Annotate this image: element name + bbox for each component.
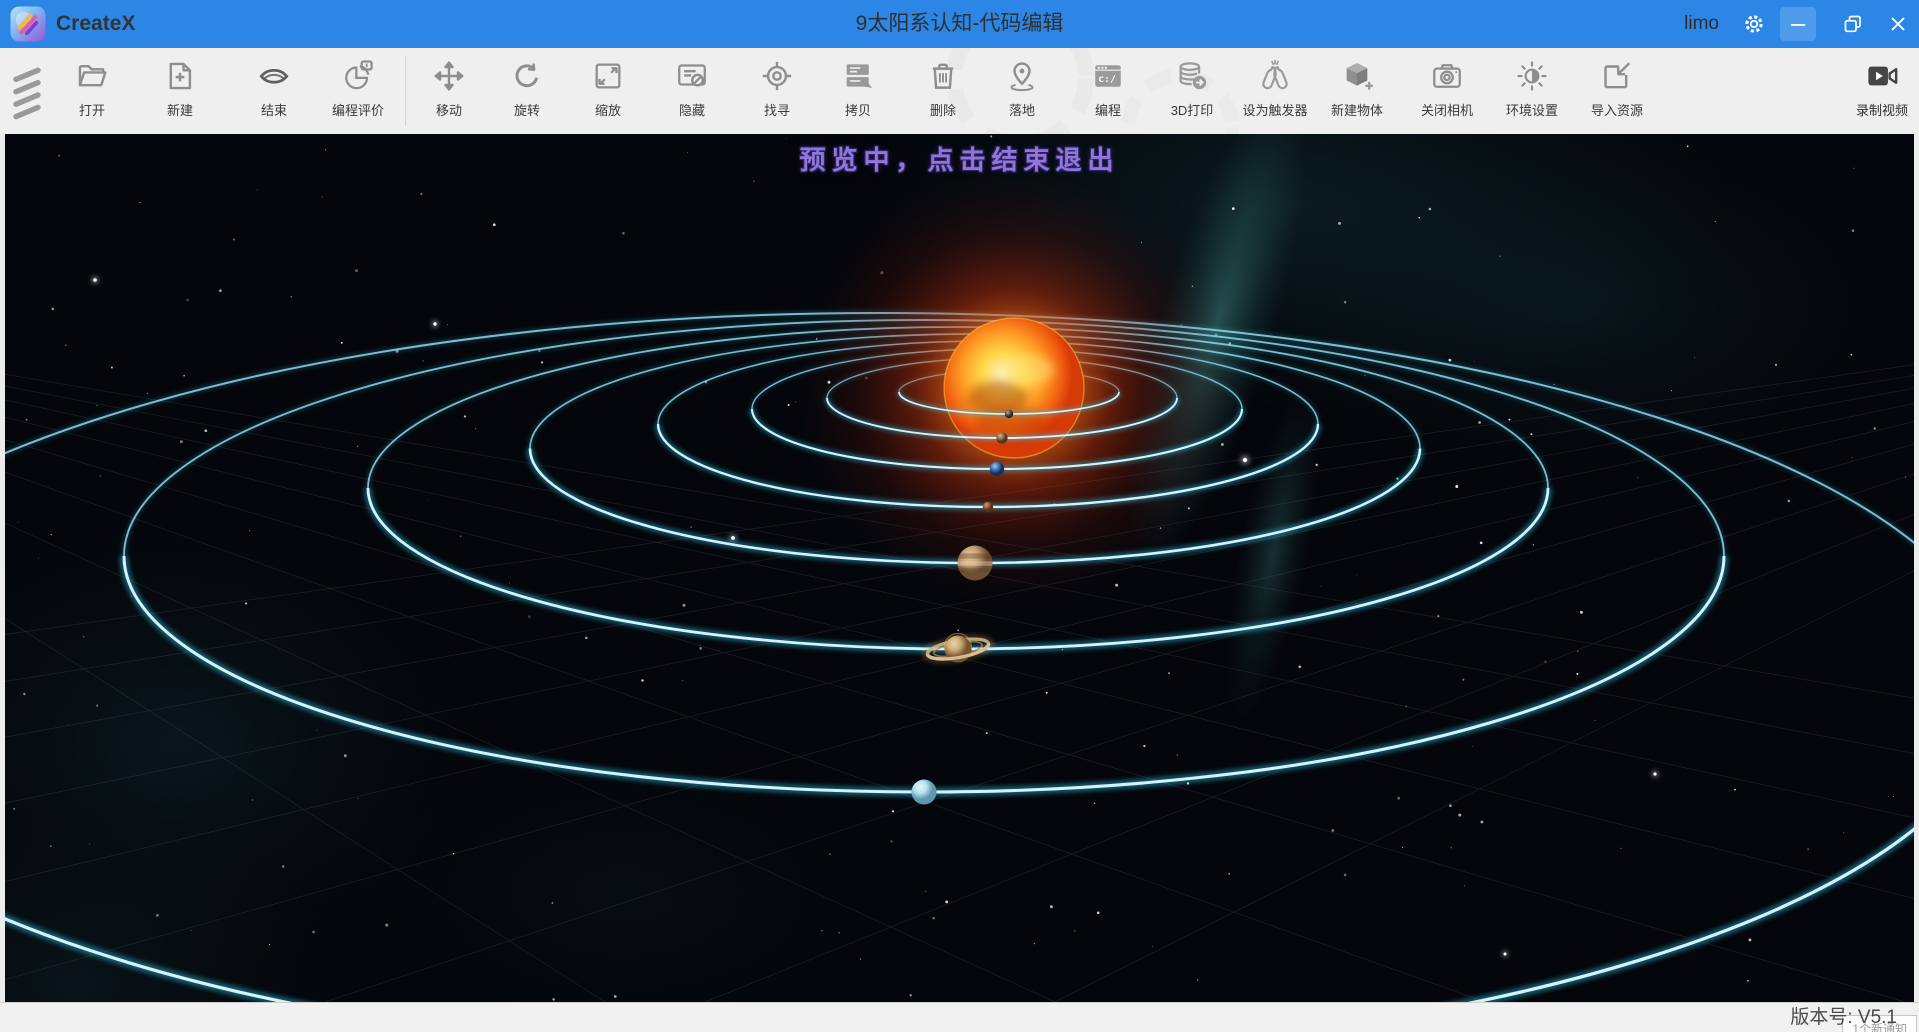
file-plus-icon xyxy=(150,54,210,98)
toolbar-item-label: 新建 xyxy=(150,104,210,118)
planet-venus xyxy=(996,432,1007,443)
toolbar-item-label: 编程 xyxy=(1078,104,1138,118)
toolbar: 打开 新建 结束 编程评价 移动 旋转 缩放 隐藏 找寻 拷贝 删除 落地 c:/ 编程 3D打印设为触发器… xyxy=(0,48,1919,135)
hide-panel-icon xyxy=(662,54,722,98)
toolbar-item-print-3d[interactable]: 3D打印 xyxy=(1158,54,1226,128)
toolbar-item-import-assets[interactable]: 导入资源 xyxy=(1583,54,1651,128)
toolbar-item-label: 隐藏 xyxy=(662,104,722,118)
lens-eye-icon xyxy=(244,54,304,98)
restore-window-icon xyxy=(1841,12,1865,36)
toolbar-item-hide[interactable]: 隐藏 xyxy=(662,54,722,128)
move-arrows-icon xyxy=(419,54,479,98)
toolbar-item-end[interactable]: 结束 xyxy=(244,54,304,128)
rotate-icon xyxy=(497,54,557,98)
cube-plus-icon xyxy=(1323,54,1391,98)
toolbar-item-rotate[interactable]: 旋转 xyxy=(497,54,557,128)
planet-mercury xyxy=(1005,410,1013,418)
sun xyxy=(794,168,1234,608)
toolbar-item-label: 环境设置 xyxy=(1498,104,1566,118)
toolbar-item-label: 导入资源 xyxy=(1583,104,1651,118)
toolbar-item-scale[interactable]: 缩放 xyxy=(578,54,638,128)
toolbar-item-label: 设为触发器 xyxy=(1234,104,1316,118)
toolbar-item-label: 录制视频 xyxy=(1848,104,1916,118)
createx-window: CreateX 9太阳系认知-代码编辑 limo xyxy=(0,0,1919,1032)
toolbar-item-land[interactable]: 落地 xyxy=(992,54,1052,128)
solar-system-scene xyxy=(5,134,1914,1002)
toolbar-item-label: 拷贝 xyxy=(828,104,888,118)
toolbar-item-environment[interactable]: 环境设置 xyxy=(1498,54,1566,128)
createx-logo-icon xyxy=(10,6,46,42)
planet-earth xyxy=(990,462,1004,476)
toolbar-item-label: 新建物体 xyxy=(1323,104,1391,118)
minimize-button[interactable] xyxy=(1780,7,1816,41)
viewport-frame: 预览中，点击结束退出 xyxy=(0,134,1919,1002)
planet-mars xyxy=(983,502,993,512)
restore-button[interactable] xyxy=(1835,7,1871,41)
window-title: 9太阳系认知-代码编辑 xyxy=(0,0,1919,48)
menu-stripes-icon[interactable] xyxy=(8,62,56,120)
version-label: 版本号: V5.1 xyxy=(1790,1003,1897,1032)
trash-icon xyxy=(913,54,973,98)
settings-button[interactable] xyxy=(1736,7,1772,41)
toolbar-item-label: 缩放 xyxy=(578,104,638,118)
toolbar-item-label: 3D打印 xyxy=(1158,104,1226,118)
preview-overlay-text: 预览中，点击结束退出 xyxy=(799,140,1119,177)
status-bar: 版本号: V5.1 1个新通知 xyxy=(0,1002,1919,1032)
title-bar: CreateX 9太阳系认知-代码编辑 limo xyxy=(0,0,1919,48)
toolbar-item-label: 旋转 xyxy=(497,104,557,118)
svg-text:c:/: c:/ xyxy=(1098,74,1116,85)
gear-icon xyxy=(1741,11,1767,37)
close-icon xyxy=(1887,13,1909,35)
user-name: limo xyxy=(1684,0,1719,48)
map-pin-icon xyxy=(992,54,1052,98)
import-icon xyxy=(1583,54,1651,98)
planet-uranus xyxy=(912,780,937,805)
toolbar-item-copy[interactable]: 拷贝 xyxy=(828,54,888,128)
toolbar-item-label: 落地 xyxy=(992,104,1052,118)
toolbar-item-label: 删除 xyxy=(913,104,973,118)
toolbar-item-label: 编程评价 xyxy=(324,104,392,118)
toolbar-item-open[interactable]: 打开 xyxy=(62,54,122,128)
toolbar-item-record-video[interactable]: 录制视频 xyxy=(1848,54,1916,128)
record-video-icon xyxy=(1848,54,1916,98)
copy-stack-icon xyxy=(828,54,888,98)
pie-info-icon xyxy=(324,54,392,98)
toolbar-item-new-object[interactable]: 新建物体 xyxy=(1323,54,1391,128)
folder-open-icon xyxy=(62,54,122,98)
toolbar-item-move[interactable]: 移动 xyxy=(419,54,479,128)
camera-icon xyxy=(1413,54,1481,98)
toolbar-item-label: 结束 xyxy=(244,104,304,118)
code-window-icon: c:/ xyxy=(1078,54,1138,98)
toolbar-item-program[interactable]: c:/ 编程 xyxy=(1078,54,1138,128)
toolbar-item-label: 移动 xyxy=(419,104,479,118)
toolbar-item-delete[interactable]: 删除 xyxy=(913,54,973,128)
toolbar-separator xyxy=(405,56,406,126)
planet-jupiter xyxy=(958,546,993,581)
toolbar-item-set-trigger[interactable]: 设为触发器 xyxy=(1234,54,1316,128)
crosshair-icon xyxy=(747,54,807,98)
toolbar-item-new[interactable]: 新建 xyxy=(150,54,210,128)
toolbar-item-close-camera[interactable]: 关闭相机 xyxy=(1413,54,1481,128)
toolbar-item-find[interactable]: 找寻 xyxy=(747,54,807,128)
scale-icon xyxy=(578,54,638,98)
toolbar-item-label: 找寻 xyxy=(747,104,807,118)
close-button[interactable] xyxy=(1880,7,1916,41)
toolbar-item-program-evaluate[interactable]: 编程评价 xyxy=(324,54,392,128)
app-name: CreateX xyxy=(56,0,135,48)
toolbar-item-label: 打开 xyxy=(62,104,122,118)
solar-system-viewport[interactable]: 预览中，点击结束退出 xyxy=(5,134,1914,1002)
toolbar-item-label: 关闭相机 xyxy=(1413,104,1481,118)
trigger-bottles-icon xyxy=(1234,54,1316,98)
brightness-icon xyxy=(1498,54,1566,98)
printer3d-icon xyxy=(1158,54,1226,98)
minimize-icon xyxy=(1787,13,1809,35)
